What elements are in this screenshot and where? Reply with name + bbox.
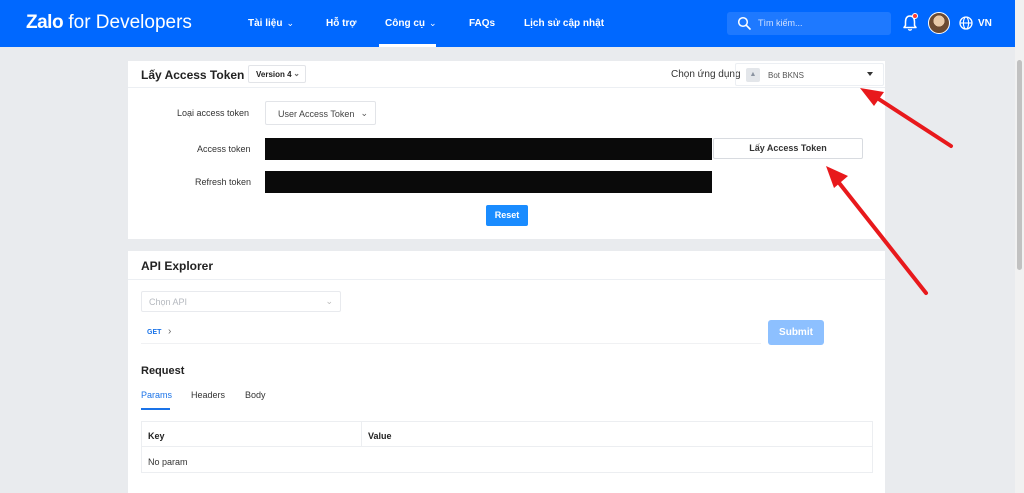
card-title: Lấy Access Token [141, 68, 245, 82]
nav-item-tai-lieu[interactable]: Tài liệu ⌄ [248, 18, 294, 29]
logo-brand: Zalo [26, 12, 64, 33]
nav-active-indicator [379, 44, 436, 47]
nav-item-label: Hỗ trợ [326, 18, 357, 29]
api-explorer-title: API Explorer [141, 259, 214, 273]
column-header-key: Key [148, 431, 165, 441]
nav-item-label: Lịch sử cập nhật [524, 18, 605, 29]
logo-subtitle: for Developers [68, 12, 192, 33]
api-select[interactable]: Chọn API ⌄ [141, 291, 341, 312]
tab-body[interactable]: Body [245, 390, 266, 400]
scrollbar-thumb[interactable] [1017, 60, 1022, 270]
column-header-value: Value [368, 431, 392, 441]
params-table: Key Value No param [141, 421, 873, 473]
api-select-placeholder: Chọn API [149, 297, 188, 307]
version-value: Version 4 [256, 70, 292, 79]
column-divider [361, 422, 362, 447]
notification-dot [912, 13, 918, 19]
request-title: Request [141, 365, 185, 377]
http-method[interactable]: GET [147, 329, 161, 336]
refresh-token-label: Refresh token [195, 177, 252, 187]
chevron-down-icon: ⌄ [293, 69, 300, 78]
nav-item-faqs[interactable]: FAQs [469, 18, 495, 29]
nav-item-label: Tài liệu [248, 18, 283, 29]
token-type-select[interactable]: User Access Token ⌄ [265, 101, 376, 125]
tab-headers[interactable]: Headers [191, 390, 225, 400]
zalo-logo[interactable]: Zalo for Developers [26, 12, 192, 34]
access-token-field-redacted[interactable] [265, 138, 712, 160]
search-box[interactable]: Tìm kiếm... [727, 12, 891, 35]
app-name: Bot BKNS [768, 71, 805, 80]
caret-down-icon [867, 72, 873, 76]
token-type-label: Loại access token [177, 108, 250, 118]
empty-table-text: No param [148, 457, 188, 467]
nav-item-lich-su[interactable]: Lịch sử cập nhật [524, 18, 604, 29]
chevron-down-icon: ⌄ [360, 108, 368, 118]
top-navbar: Zalo for Developers Tài liệu ⌄ Hỗ trợ Côn… [0, 0, 1015, 47]
chevron-down-icon: ⌄ [286, 18, 294, 28]
divider [128, 279, 885, 280]
refresh-token-field-redacted[interactable] [265, 171, 712, 193]
submit-button[interactable]: Submit [768, 320, 824, 345]
choose-app-label: Chọn ứng dụng [671, 69, 741, 80]
search-placeholder: Tìm kiếm... [758, 18, 803, 28]
app-select[interactable]: ▲ Bot BKNS [735, 63, 884, 86]
nav-item-label: FAQs [469, 18, 496, 29]
nav-item-ho-tro[interactable]: Hỗ trợ [326, 18, 356, 29]
access-token-label: Access token [197, 144, 251, 154]
access-token-card: Lấy Access Token Version 4 ⌄ Chọn ứng dụ… [128, 61, 885, 239]
chevron-down-icon: ⌄ [429, 18, 437, 28]
globe-icon[interactable] [959, 16, 973, 30]
divider [128, 87, 885, 88]
search-icon [737, 16, 751, 30]
request-url-bar[interactable]: GET › [141, 320, 761, 344]
reset-button[interactable]: Reset [486, 205, 528, 226]
chevron-down-icon: ⌄ [325, 296, 333, 306]
version-select[interactable]: Version 4 ⌄ [248, 65, 306, 83]
chevron-right-icon: › [168, 326, 172, 337]
app-icon: ▲ [746, 68, 760, 82]
token-type-value: User Access Token [278, 109, 355, 119]
nav-item-cong-cu[interactable]: Công cụ ⌄ [385, 18, 437, 29]
nav-item-label: Công cụ [385, 18, 425, 29]
table-header-row [142, 422, 872, 447]
avatar[interactable] [928, 12, 950, 34]
language-switch[interactable]: VN [978, 18, 992, 29]
get-access-token-button[interactable]: Lấy Access Token [713, 138, 863, 159]
active-tab-indicator [141, 408, 170, 410]
api-explorer-card: API Explorer Chọn API ⌄ GET › Submit Req… [128, 251, 885, 493]
tab-params[interactable]: Params [141, 390, 172, 400]
